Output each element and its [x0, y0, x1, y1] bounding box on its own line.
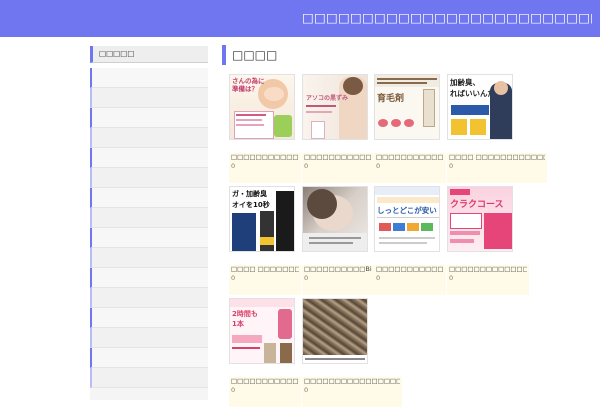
sidebar-item[interactable] [90, 108, 208, 128]
main-heading: □□□□ [222, 45, 596, 65]
sidebar-item[interactable] [90, 68, 208, 88]
article-caption[interactable]: □□□□ □□□□□□□□□□□□□□□□□□□□□□□□□□□ 0 [447, 153, 547, 183]
sidebar-item[interactable] [90, 348, 208, 368]
sidebar-heading: □□□□□ [90, 46, 208, 63]
article-caption[interactable]: □□□□□□□□□□□□□□□□□□□□□□□□□□□□□□□□□□ 0 [229, 377, 301, 407]
article-title[interactable]: □□□□ □□□□□□□□□□□□□□□□□□□□□□□□□□□ [449, 153, 545, 162]
article-caption[interactable]: □□□□□□□□□□□□□□□□□□□□□□□□□□□□□□□□□□ 0 [302, 153, 374, 183]
sidebar-item[interactable] [90, 288, 208, 308]
article-count: 0 [449, 162, 454, 170]
article-count: 0 [376, 274, 381, 282]
article-count: 0 [304, 386, 309, 394]
sidebar-item[interactable] [90, 188, 208, 208]
article-thumbnail[interactable]: ガ・加齢臭 オイを10秒 [229, 186, 295, 252]
article-thumbnail[interactable] [302, 186, 368, 252]
article-title[interactable]: □□□□□□□□□□□□□□□□□□□□□□□□□□□□□□□□□□ [304, 153, 372, 162]
article-thumbnail[interactable]: 2時間も 1本 [229, 298, 295, 364]
article-count: 0 [304, 162, 309, 170]
article-thumbnail[interactable]: しっとどこが安い [374, 186, 440, 252]
article-title[interactable]: □□□□□□□□□□□□□□□□□□□□□□□□□□□□□□□□□ [449, 265, 527, 274]
site-header: □□□□□□□□□□□□□□□□□□□□□□□□□□□□□□□ [0, 0, 600, 37]
sidebar-item[interactable] [90, 128, 208, 148]
article-thumbnail[interactable]: アソコの黒ずみ [302, 74, 368, 140]
article-title[interactable]: □□□□□□□□□□□□□□□□□□□□□□□□□□□□□□□□ [376, 265, 444, 274]
sidebar-item[interactable] [90, 228, 208, 248]
sidebar-item[interactable] [90, 308, 208, 328]
sidebar-item[interactable] [90, 328, 208, 348]
sidebar: □□□□□ [90, 46, 208, 400]
sidebar-item[interactable] [90, 88, 208, 108]
article-thumbnail[interactable]: クラクコース [447, 186, 513, 252]
article-title[interactable]: □□□□□□□□□□□□□□ □□□□□□□□ □□□□□ [376, 153, 444, 162]
article-caption[interactable]: □□□□□□□□□□□□□□□□□□□□□□□□□□□□□□□□□□ 0 [229, 153, 301, 183]
article-caption[interactable]: □□□□□□□□□□Bimoon□□□□□□□□□□□ 0 [302, 265, 374, 295]
article-count: 0 [304, 274, 309, 282]
sidebar-heading-label: □□□□□ [99, 49, 135, 58]
thumb-text: ガ・加齢臭 オイを10秒 [232, 190, 270, 209]
article-title[interactable]: □□□□□□□□□□□□□□□□□□□□□□□□□□□□□□□□□□ [231, 377, 299, 386]
article-count: 0 [231, 274, 236, 282]
article-thumbnail[interactable]: 育毛剤 [374, 74, 440, 140]
article-title[interactable]: □□□□□□□□□□Bimoon□□□□□□□□□□□ [304, 265, 372, 274]
article-count: 0 [376, 162, 381, 170]
site-title[interactable]: □□□□□□□□□□□□□□□□□□□□□□□□□□□□□□□ [302, 10, 592, 26]
thumb-text: さんの為に 準備は？ [232, 77, 265, 93]
article-caption[interactable]: □□□□□□□□□□□□□□□□□□□□□□□□□□□□□□□ 0 [302, 377, 402, 407]
sidebar-item[interactable] [90, 368, 208, 388]
sidebar-item[interactable] [90, 208, 208, 228]
thumb-text: クラクコース [450, 200, 504, 210]
thumb-text: 2時間も 1本 [232, 310, 258, 328]
article-title[interactable]: □□□□ □□□□□□□□□□□□□□□□□□□□□□□□□□□ [231, 265, 299, 274]
article-thumbnail[interactable] [302, 298, 368, 364]
article-thumbnail[interactable]: さんの為に 準備は？ [229, 74, 295, 140]
article-caption[interactable]: □□□□□□□□□□□□□□ □□□□□□□□ □□□□□ 0 [374, 153, 446, 183]
sidebar-item[interactable] [90, 168, 208, 188]
thumb-text: アソコの黒ずみ [306, 95, 349, 102]
article-count: 0 [231, 386, 236, 394]
sidebar-list [90, 68, 208, 400]
article-caption[interactable]: □□□□□□□□□□□□□□□□□□□□□□□□□□□□□□□□ 0 [374, 265, 446, 295]
sidebar-item[interactable] [90, 148, 208, 168]
main-heading-label: □□□□ [232, 48, 278, 62]
sidebar-item[interactable] [90, 248, 208, 268]
article-caption[interactable]: □□□□□□□□□□□□□□□□□□□□□□□□□□□□□□□□□ 0 [447, 265, 529, 295]
article-title[interactable]: □□□□□□□□□□□□□□□□□□□□□□□□□□□□□□□□□□ [231, 153, 299, 162]
article-count: 0 [449, 274, 454, 282]
sidebar-item[interactable] [90, 268, 208, 288]
article-count: 0 [231, 162, 236, 170]
thumb-text: しっとどこが安い [377, 206, 437, 215]
thumb-text: 育毛剤 [377, 94, 405, 104]
article-title[interactable]: □□□□□□□□□□□□□□□□□□□□□□□□□□□□□□□ [304, 377, 400, 386]
article-thumbnail[interactable]: 加齢臭、 ればいいんだ? [447, 74, 513, 140]
article-caption[interactable]: □□□□ □□□□□□□□□□□□□□□□□□□□□□□□□□□ 0 [229, 265, 301, 295]
